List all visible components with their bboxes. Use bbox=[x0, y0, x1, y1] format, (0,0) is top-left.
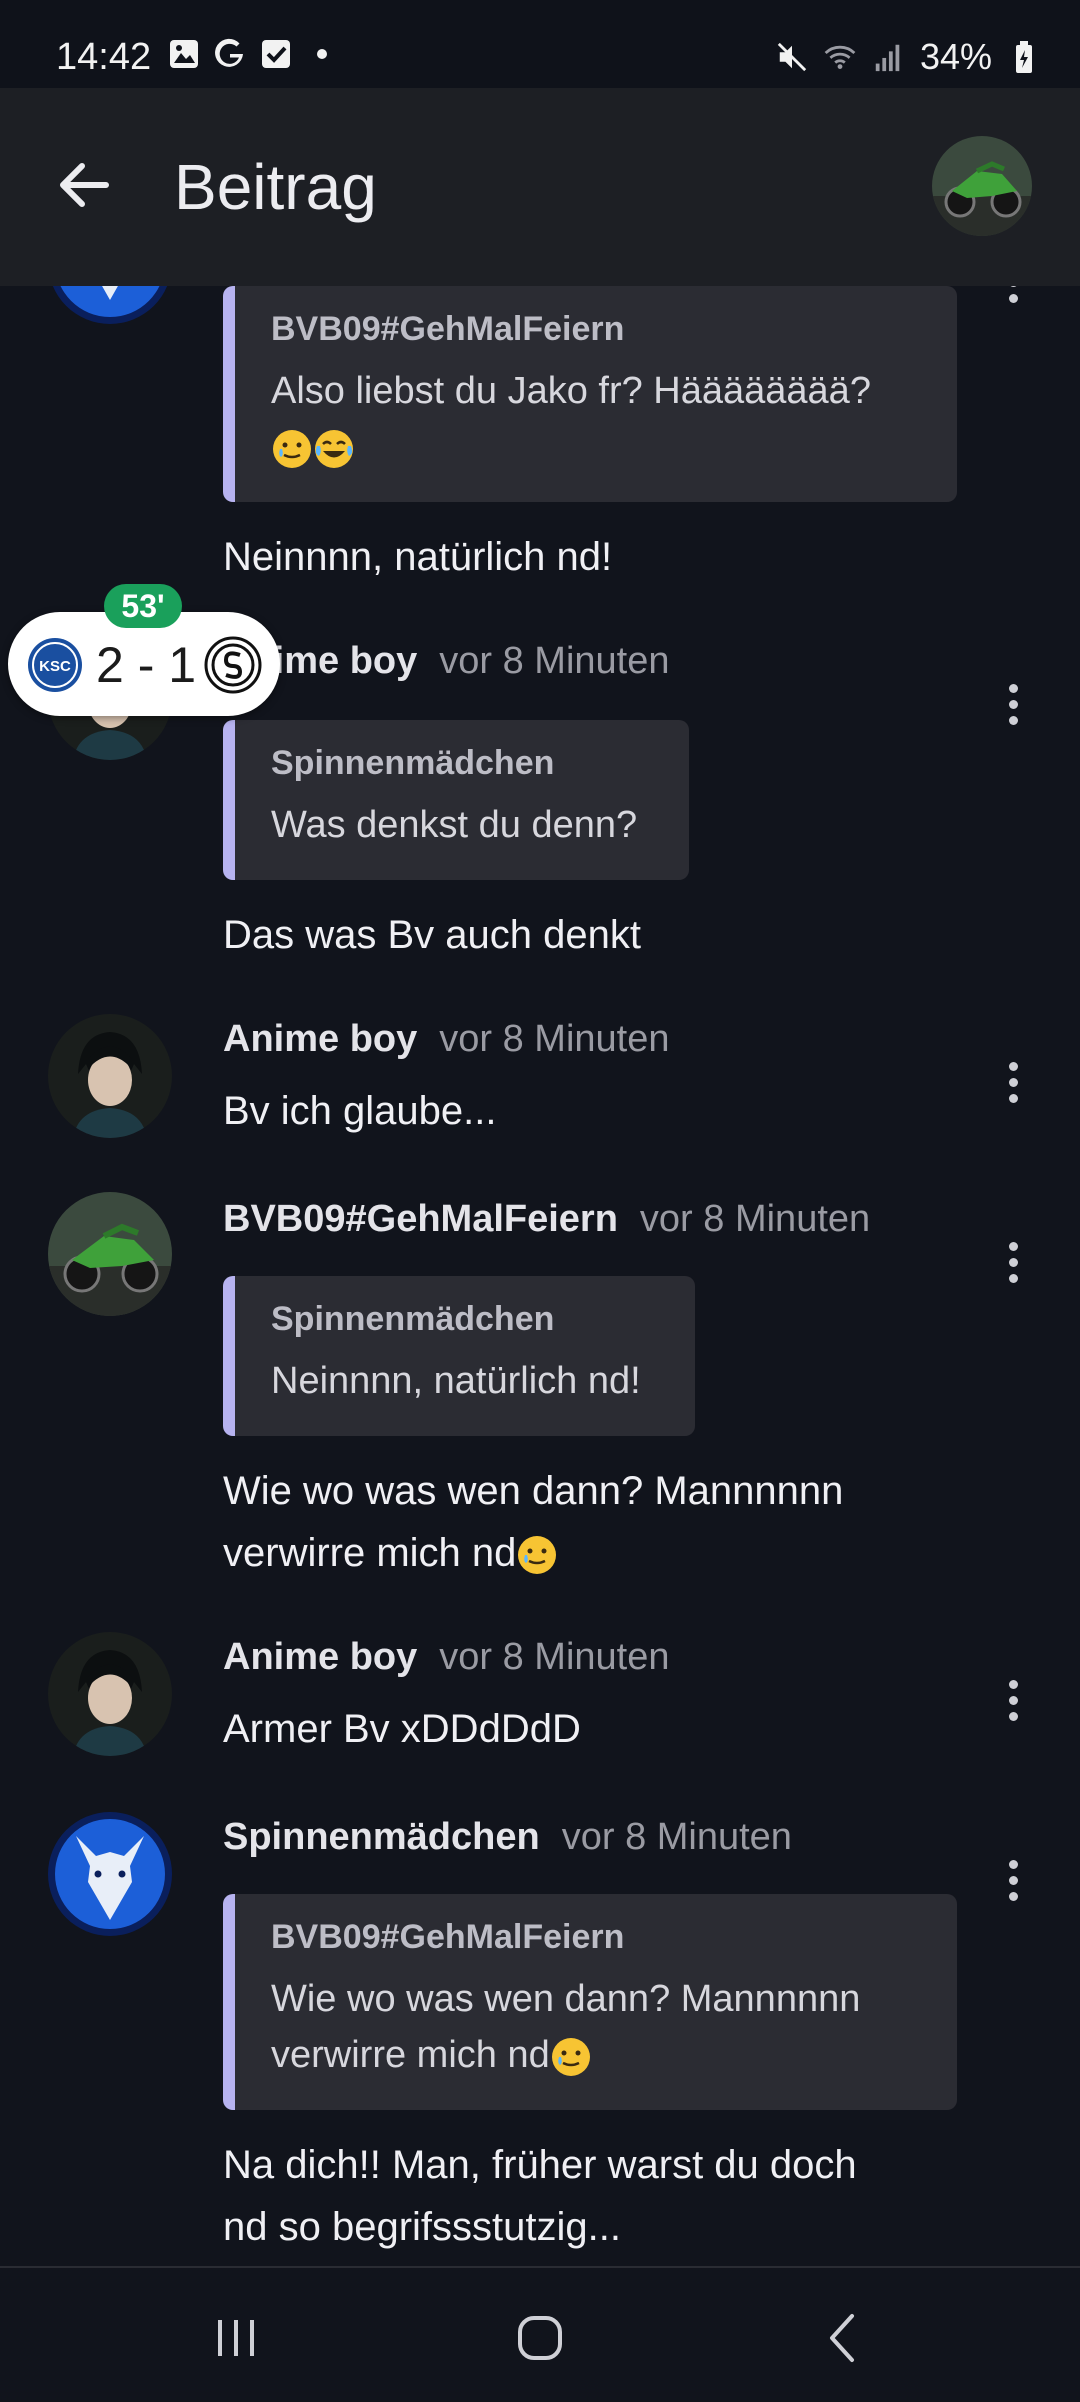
mute-icon bbox=[776, 41, 808, 73]
wifi-icon bbox=[824, 41, 856, 73]
quoted-message[interactable]: Spinnenmädchen Was denkst du denn? bbox=[223, 720, 689, 880]
system-navigation-bar bbox=[0, 2266, 1080, 2402]
notification-icons bbox=[168, 38, 338, 70]
app-bar bbox=[0, 88, 1080, 286]
ksc-badge-text: KSC bbox=[39, 658, 71, 675]
dot-icon bbox=[306, 38, 338, 70]
anime-boy-avatar-icon bbox=[48, 1014, 172, 1138]
back-nav-button[interactable] bbox=[804, 2308, 884, 2368]
signal-icon bbox=[872, 41, 904, 73]
more-options-button[interactable] bbox=[998, 1052, 1028, 1112]
match-minute-badge: 53' bbox=[104, 584, 182, 628]
message-text: Bv ich glaube... bbox=[223, 1089, 497, 1133]
comment-feed[interactable]: BVB09#GehMalFeiern Also liebst du Jako f… bbox=[0, 286, 1080, 2266]
wolf-avatar-icon bbox=[48, 286, 172, 324]
timestamp: vor 8 Minuten bbox=[439, 640, 670, 682]
quote-author: Spinnenmädchen bbox=[271, 744, 555, 782]
timestamp: vor 8 Minuten bbox=[639, 1198, 871, 1240]
author-name-text: Spinnenmädchen bbox=[223, 1816, 540, 1858]
author-name[interactable]: Anime boy vor 8 Minuten bbox=[223, 1018, 669, 1061]
battery-percentage: 34% bbox=[919, 36, 992, 77]
timestamp: vor 8 Minuten bbox=[439, 1636, 670, 1678]
message-line: verwirre mich nd bbox=[223, 1531, 517, 1575]
author-name[interactable]: BVB09#GehMalFeiern vor 8 Minuten bbox=[223, 1198, 870, 1241]
quote-text-line: Wie wo was wen dann? Mannnnnn bbox=[271, 1978, 861, 2020]
quote-author: Spinnenmädchen bbox=[271, 1300, 555, 1338]
author-name-text: Anime boy bbox=[223, 1636, 418, 1678]
wolf-avatar-icon bbox=[48, 1812, 172, 1936]
more-options-button[interactable] bbox=[998, 1670, 1028, 1730]
quote-author: BVB09#GehMalFeiern bbox=[271, 1918, 625, 1956]
quote-text: Was denkst du denn? bbox=[271, 804, 638, 846]
author-name[interactable]: Spinnenmädchen vor 8 Minuten bbox=[223, 1816, 792, 1859]
more-options-button[interactable] bbox=[998, 286, 1028, 312]
quote-text-content: Also liebst du Jako fr? Hääääääää? bbox=[271, 370, 871, 412]
chevron-left-icon bbox=[830, 2314, 854, 2362]
avatar[interactable] bbox=[48, 1192, 172, 1316]
google-icon bbox=[214, 38, 246, 70]
recent-apps-icon bbox=[218, 2320, 254, 2356]
check-icon bbox=[260, 38, 292, 70]
gallery-icon bbox=[168, 38, 200, 70]
quote-text: Neinnnn, natürlich nd! bbox=[271, 1360, 641, 1402]
quote-author: BVB09#GehMalFeiern bbox=[271, 310, 625, 348]
smiling-tear-emoji-icon bbox=[518, 1536, 557, 1575]
status-bar: 14:42 34% bbox=[0, 0, 1080, 88]
smiling-tear-emoji-icon bbox=[551, 2037, 590, 2076]
avatar[interactable] bbox=[48, 1014, 172, 1138]
status-time: 14:42 bbox=[56, 36, 152, 78]
back-button[interactable] bbox=[50, 150, 120, 220]
message-line: Wie wo was wen dann? Mannnnnn bbox=[223, 1469, 844, 1513]
avatar[interactable] bbox=[48, 1812, 172, 1936]
motorcycle-avatar-icon bbox=[48, 1192, 172, 1316]
timestamp: vor 8 Minuten bbox=[439, 1018, 670, 1060]
message-line: nd so begrifssstutzig... bbox=[223, 2205, 621, 2249]
away-team-badge-icon bbox=[204, 636, 262, 694]
page-title: Beitrag bbox=[174, 151, 377, 223]
quoted-message[interactable]: BVB09#GehMalFeiern Wie wo was wen dann? … bbox=[223, 1894, 957, 2110]
recent-apps-button[interactable] bbox=[196, 2308, 276, 2368]
author-name[interactable]: Anime boy vor 8 Minuten bbox=[223, 640, 669, 683]
tears-of-joy-emoji-icon bbox=[315, 429, 353, 468]
timestamp: vor 8 Minuten bbox=[561, 1816, 792, 1858]
quote-text: Also liebst du Jako fr? Hääääääää? bbox=[271, 363, 921, 475]
smiling-tear-emoji-icon bbox=[273, 429, 311, 468]
home-button[interactable] bbox=[500, 2308, 580, 2368]
author-name[interactable]: Anime boy vor 8 Minuten bbox=[223, 1636, 669, 1679]
author-name-text: Anime boy bbox=[223, 1018, 418, 1060]
more-options-button[interactable] bbox=[998, 1232, 1028, 1292]
quoted-message[interactable]: Spinnenmädchen Neinnnn, natürlich nd! bbox=[223, 1276, 695, 1436]
message-text: Neinnnn, natürlich nd! bbox=[223, 535, 613, 579]
more-options-button[interactable] bbox=[998, 1850, 1028, 1910]
message-line: Na dich!! Man, früher warst du doch bbox=[223, 2143, 857, 2187]
quote-text: Wie wo was wen dann? Mannnnnn verwirre m… bbox=[271, 1971, 921, 2083]
message-text: Na dich!! Man, früher warst du doch nd s… bbox=[223, 2134, 857, 2258]
motorcycle-avatar-icon bbox=[932, 136, 1032, 236]
message-text: Armer Bv xDDdDdD bbox=[223, 1707, 581, 1751]
arrow-left-icon bbox=[60, 163, 109, 207]
message-text: Wie wo was wen dann? Mannnnnn verwirre m… bbox=[223, 1460, 843, 1584]
score-text: 2 - 1 bbox=[96, 637, 197, 693]
avatar[interactable] bbox=[48, 1632, 172, 1756]
avatar[interactable] bbox=[48, 286, 172, 324]
home-icon bbox=[518, 2316, 562, 2360]
system-icons: 34% bbox=[776, 36, 1040, 78]
quote-text-line: verwirre mich nd bbox=[271, 2034, 550, 2076]
message-text: Das was Bv auch denkt bbox=[223, 913, 641, 957]
battery-icon bbox=[1008, 41, 1040, 73]
anime-boy-avatar-icon bbox=[48, 1632, 172, 1756]
ksc-badge-icon: KSC bbox=[28, 638, 82, 692]
author-name-text: BVB09#GehMalFeiern bbox=[223, 1198, 618, 1240]
more-options-button[interactable] bbox=[998, 674, 1028, 734]
quoted-message[interactable]: BVB09#GehMalFeiern Also liebst du Jako f… bbox=[223, 286, 957, 502]
user-avatar[interactable] bbox=[932, 136, 1032, 236]
